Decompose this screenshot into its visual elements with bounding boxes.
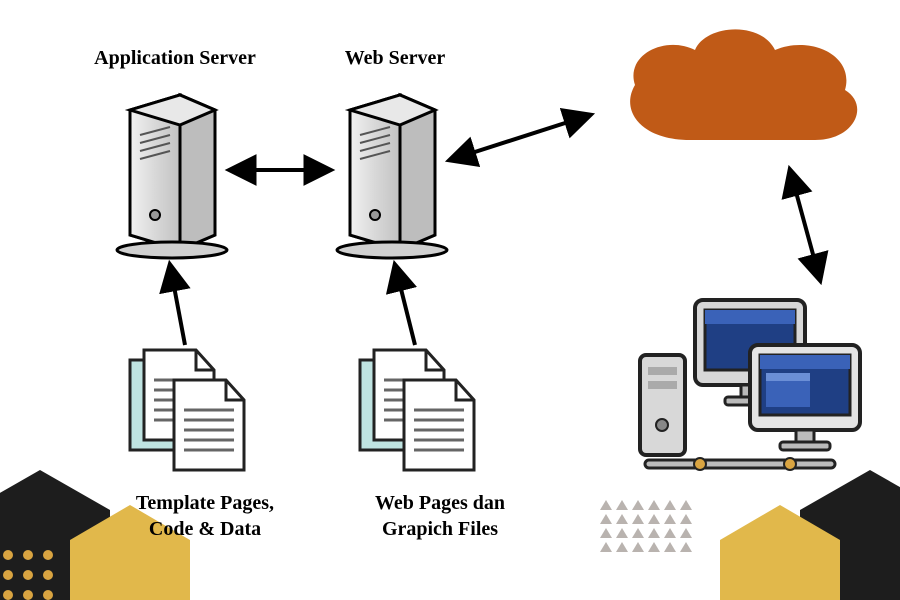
hex-decor-right xyxy=(720,470,900,600)
arrow-templates-app xyxy=(170,265,185,345)
template-pages-label: Template Pages, Code & Data xyxy=(95,490,315,542)
arrow-webpages-web xyxy=(395,265,415,345)
web-server-label: Web Server xyxy=(305,45,485,71)
cloud-icon xyxy=(630,29,857,140)
webpage-docs-icon xyxy=(360,350,474,470)
web-pages-label: Web Pages dan Grapich Files xyxy=(335,490,545,542)
client-computers-icon xyxy=(640,300,860,470)
triangle-grid-decor xyxy=(600,500,692,552)
arrow-web-cloud xyxy=(450,115,590,160)
arrow-cloud-clients xyxy=(790,170,820,280)
web-server-icon xyxy=(337,95,447,258)
app-server-label: Application Server xyxy=(55,45,295,71)
app-server-icon xyxy=(117,95,227,258)
template-docs-icon xyxy=(130,350,244,470)
